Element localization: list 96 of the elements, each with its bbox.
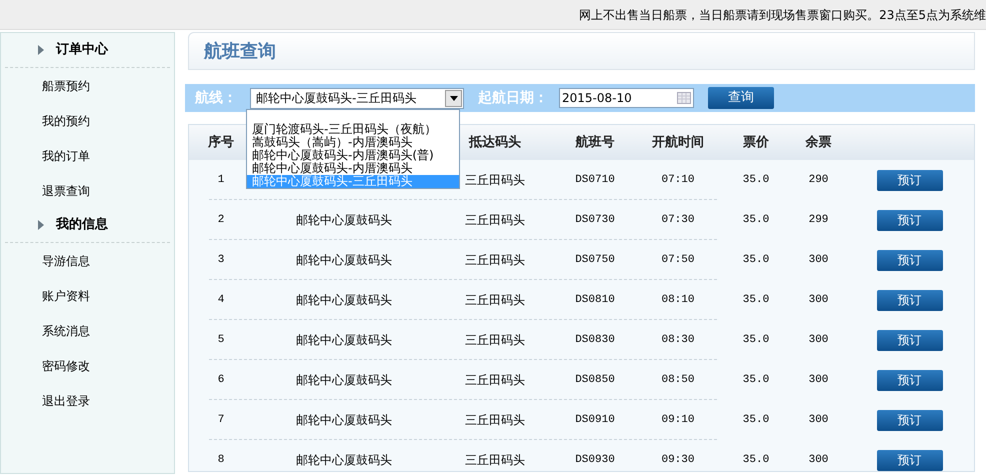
- table-cell-text: 三丘田码头: [465, 412, 525, 429]
- table-cell-text: 邮轮中心厦鼓码头: [296, 452, 392, 469]
- table-cell-text: 7: [218, 412, 224, 428]
- table-cell-text: DS0910: [575, 412, 615, 428]
- route-option[interactable]: 邮轮中心厦鼓码头-内厝澳码头: [247, 162, 459, 175]
- route-option[interactable]: 厦门轮渡码头-三丘田码头（夜航）: [247, 123, 459, 136]
- book-button[interactable]: 预订: [876, 410, 942, 430]
- book-button[interactable]: 预订: [876, 250, 942, 270]
- table-cell-text: 6: [218, 372, 224, 388]
- table-cell-text: 08:10: [661, 292, 694, 308]
- table-cell-text: 5: [218, 332, 224, 348]
- table-cell-text: DS0850: [575, 372, 615, 388]
- table-cell-text: 三丘田码头: [465, 172, 525, 189]
- table-cell-text: 2: [218, 212, 224, 228]
- book-button[interactable]: 预订: [876, 170, 942, 190]
- triangle-icon: [38, 45, 44, 55]
- table-cell-text: 35.0: [742, 252, 770, 268]
- table-cell-text: 三丘田码头: [465, 292, 525, 309]
- table-cell-text: 08:30: [661, 332, 694, 348]
- table-cell-text: 8: [218, 452, 224, 468]
- table-cell-text: DS0750: [575, 252, 615, 268]
- table-cell-text: 35.0: [742, 452, 770, 468]
- book-button[interactable]: 预订: [876, 210, 942, 230]
- sidebar-item[interactable]: 账户资料: [42, 286, 90, 304]
- query-button[interactable]: 查询: [708, 87, 774, 109]
- table-cell-text: 三丘田码头: [465, 212, 525, 229]
- sidebar-item[interactable]: 我的订单: [42, 146, 90, 164]
- column-header: 航班号: [576, 134, 614, 152]
- table-cell-text: 09:30: [661, 452, 694, 468]
- page-title: 航班查询: [204, 40, 276, 64]
- table-cell-text: 35.0: [742, 412, 770, 428]
- table-cell-text: DS0810: [575, 292, 615, 308]
- sidebar-group-title[interactable]: 我的信息: [56, 215, 108, 235]
- route-value: 邮轮中心厦鼓码头-三丘田码头: [256, 90, 416, 107]
- triangle-icon: [38, 220, 44, 230]
- table-cell-text: 三丘田码头: [465, 372, 525, 389]
- table-cell-text: 三丘田码头: [465, 452, 525, 469]
- date-field[interactable]: 2015-08-10: [559, 88, 694, 108]
- table-cell-text: 三丘田码头: [465, 252, 525, 269]
- table-cell-text: 35.0: [742, 172, 770, 188]
- date-value: 2015-08-10: [562, 90, 632, 107]
- sidebar-group-title[interactable]: 订单中心: [56, 40, 108, 60]
- sidebar-item[interactable]: 我的预约: [42, 112, 90, 130]
- sidebar-item[interactable]: 导游信息: [42, 252, 90, 270]
- calendar-icon: [677, 92, 691, 104]
- table-cell-text: 07:30: [661, 212, 694, 228]
- table-cell-text: 邮轮中心厦鼓码头: [296, 252, 392, 269]
- table-cell-text: 邮轮中心厦鼓码头: [296, 332, 392, 349]
- table-cell-text: 07:50: [661, 252, 694, 268]
- table-cell-text: 35.0: [742, 212, 770, 228]
- book-button[interactable]: 预订: [876, 330, 942, 350]
- table-cell-text: DS0930: [575, 452, 615, 468]
- table-cell-text: 1: [218, 172, 224, 188]
- route-option[interactable]: 邮轮中心厦鼓码头-内厝澳码头(普): [247, 149, 459, 162]
- table-cell-text: DS0830: [575, 332, 615, 348]
- column-header: 余票: [806, 134, 832, 152]
- table-cell-text: 07:10: [661, 172, 694, 188]
- table-cell-text: DS0710: [575, 172, 615, 188]
- table-cell-text: 300: [808, 372, 828, 388]
- sidebar-item[interactable]: 退出登录: [42, 392, 90, 410]
- book-button[interactable]: 预订: [876, 370, 942, 390]
- table-cell-text: 邮轮中心厦鼓码头: [296, 212, 392, 229]
- route-select[interactable]: 邮轮中心厦鼓码头-三丘田码头: [250, 88, 464, 108]
- table-cell-text: 三丘田码头: [465, 332, 525, 349]
- column-header: 序号: [208, 134, 234, 152]
- book-button[interactable]: 预订: [876, 290, 942, 310]
- column-header: 票价: [743, 134, 769, 152]
- route-option[interactable]: 嵩鼓码头（嵩屿）-内厝澳码头: [247, 136, 459, 149]
- notice-text: 网上不出售当日船票，当日船票请到现场售票窗口购买。23点至5点为系统维: [579, 6, 986, 24]
- table-cell-text: 290: [808, 172, 828, 188]
- table-cell-text: DS0730: [575, 212, 615, 228]
- table-cell-text: 4: [218, 292, 224, 308]
- column-header: 抵达码头: [469, 134, 521, 152]
- table-cell-text: 08:50: [661, 372, 694, 388]
- sidebar-item[interactable]: 退票查询: [42, 182, 90, 200]
- table-cell-text: 300: [808, 332, 828, 348]
- table-cell-text: 邮轮中心厦鼓码头: [296, 412, 392, 429]
- sidebar-item[interactable]: 船票预约: [42, 76, 90, 94]
- table-cell-text: 邮轮中心厦鼓码头: [296, 292, 392, 309]
- table-cell-text: 300: [808, 292, 828, 308]
- table-cell-text: 300: [808, 412, 828, 428]
- table-cell-text: 09:10: [661, 412, 694, 428]
- route-label: 航线：: [195, 88, 238, 108]
- table-cell-text: 35.0: [742, 332, 770, 348]
- sidebar-item[interactable]: 系统消息: [42, 322, 90, 340]
- table-cell-text: 35.0: [742, 372, 770, 388]
- table-cell-text: 邮轮中心厦鼓码头: [296, 372, 392, 389]
- table-cell-text: 3: [218, 252, 224, 268]
- column-header: 开航时间: [652, 134, 704, 152]
- table-cell-text: 299: [808, 212, 828, 228]
- sidebar-item[interactable]: 密码修改: [42, 356, 90, 374]
- date-label: 起航日期：: [478, 88, 549, 108]
- table-cell-text: 300: [808, 452, 828, 468]
- book-button[interactable]: 预订: [876, 450, 942, 470]
- table-cell-text: 300: [808, 252, 828, 268]
- table-cell-text: 35.0: [742, 292, 770, 308]
